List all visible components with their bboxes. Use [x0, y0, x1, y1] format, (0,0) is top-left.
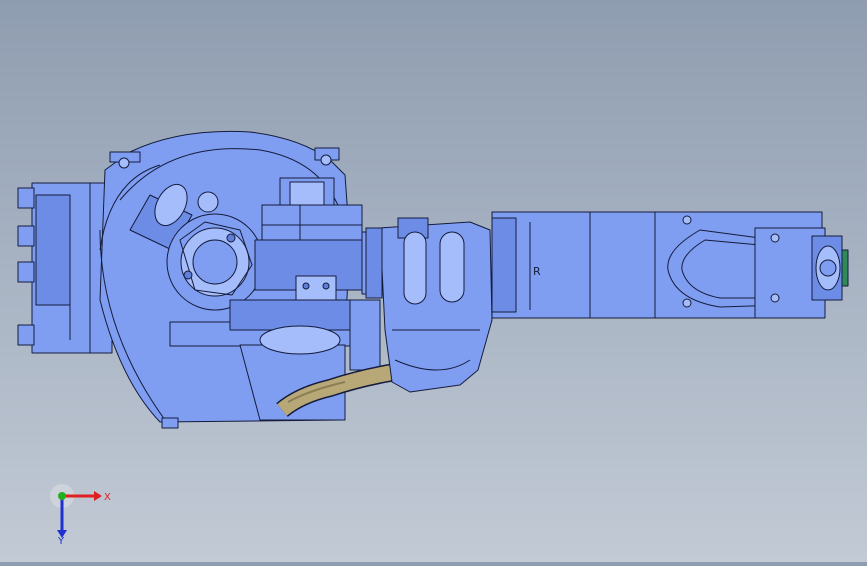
- arm-marking: R: [533, 265, 541, 278]
- y-axis-label: Y: [57, 536, 65, 546]
- shoulder-hub[interactable]: [166, 213, 264, 311]
- cad-viewport[interactable]: R X Y: [0, 0, 867, 562]
- wrist-assembly[interactable]: [754, 227, 849, 319]
- base-plate[interactable]: [17, 182, 113, 354]
- triad-origin: [58, 492, 66, 500]
- coordinate-triad: X Y: [50, 484, 111, 546]
- robot-arm-model[interactable]: R: [0, 0, 867, 562]
- arm-marking-letter: R: [533, 265, 541, 278]
- x-axis-label: X: [104, 492, 111, 503]
